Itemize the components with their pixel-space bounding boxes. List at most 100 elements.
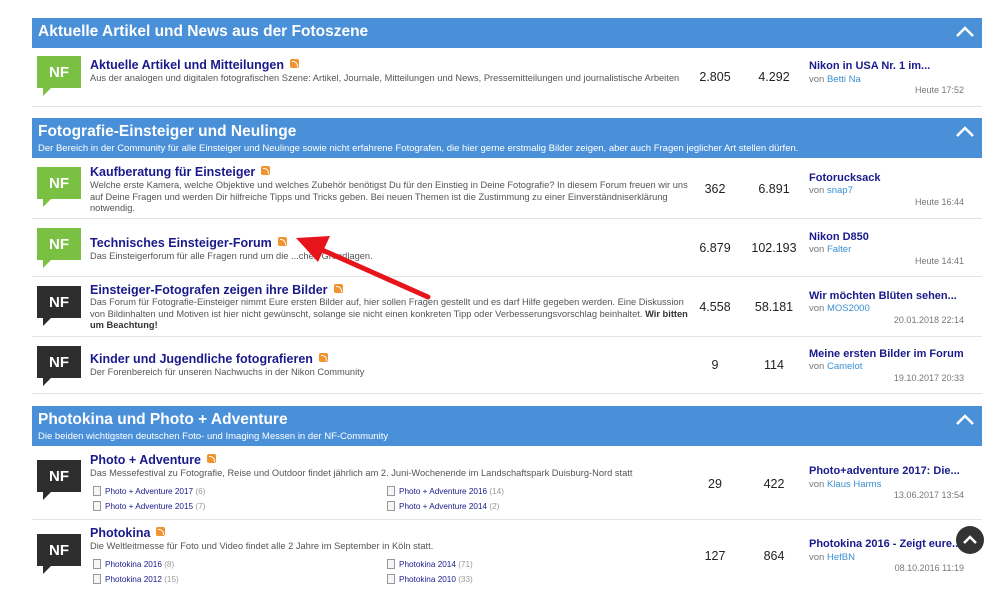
category-header-einsteiger: Fotografie-Einsteiger und Neulinge Der B… xyxy=(32,118,982,158)
last-post-time: 20.01.2018 22:14 xyxy=(893,315,964,325)
nf-forum-icon: NF xyxy=(37,286,81,326)
svg-text:NF: NF xyxy=(49,468,69,485)
forum-title[interactable]: Aktuelle Artikel und Mitteilungen xyxy=(90,58,299,72)
last-post-time: Heute 14:41 xyxy=(914,256,964,266)
user-link[interactable]: Betti Na xyxy=(827,74,861,85)
nf-forum-icon: NF xyxy=(37,346,81,386)
subforum-link[interactable]: Photo + Adventure 2015 (7) xyxy=(93,501,205,511)
thread-count: 29 xyxy=(708,477,722,491)
subforum-link[interactable]: Photo + Adventure 2014 (2) xyxy=(387,501,499,511)
category-title[interactable]: Fotografie-Einsteiger und Neulinge xyxy=(38,123,296,141)
rss-icon[interactable] xyxy=(156,527,166,536)
forum-row: NF Photokina Die Weltleitmesse für Foto … xyxy=(32,521,982,595)
forum-description: Der Forenbereich für unseren Nachwuchs i… xyxy=(90,367,365,377)
forum-row: NF Einsteiger-Fotografen zeigen ihre Bil… xyxy=(32,278,982,337)
svg-text:NF: NF xyxy=(49,236,69,253)
post-count: 102.193 xyxy=(751,241,797,255)
thread-count: 2.805 xyxy=(699,70,731,84)
rss-icon[interactable] xyxy=(277,237,287,246)
thread-count: 6.879 xyxy=(699,241,731,255)
category-header-photokina: Photokina und Photo + Adventure Die beid… xyxy=(32,406,982,446)
chevron-up-icon xyxy=(963,535,977,544)
chevron-up-icon[interactable] xyxy=(954,24,976,40)
nf-forum-icon: NF xyxy=(37,460,81,500)
forum-title[interactable]: Kinder und Jugendliche fotografieren xyxy=(90,352,328,366)
forum-title[interactable]: Einsteiger-Fotografen zeigen ihre Bilder xyxy=(90,283,343,297)
last-post-author: von Klaus Harms xyxy=(809,479,882,490)
svg-text:NF: NF xyxy=(49,354,69,371)
post-count: 4.292 xyxy=(758,70,790,84)
category-title[interactable]: Photokina und Photo + Adventure xyxy=(38,411,288,429)
last-post-author: von MOS2000 xyxy=(809,303,870,314)
document-icon xyxy=(93,574,101,584)
last-post-author: von snap7 xyxy=(809,185,853,196)
forum-row: NF Kinder und Jugendliche fotografieren … xyxy=(32,338,982,394)
user-link[interactable]: Camelot xyxy=(827,361,862,372)
document-icon xyxy=(93,486,101,496)
rss-icon[interactable] xyxy=(261,166,271,175)
post-count: 422 xyxy=(763,477,785,491)
document-icon xyxy=(387,501,395,511)
rss-icon[interactable] xyxy=(207,454,217,463)
last-post-author: von Camelot xyxy=(809,361,863,372)
svg-text:NF: NF xyxy=(49,64,69,81)
user-link[interactable]: snap7 xyxy=(827,185,853,196)
last-post-time: 13.06.2017 13:54 xyxy=(893,490,964,500)
svg-text:NF: NF xyxy=(49,542,69,559)
subforum-link[interactable]: Photo + Adventure 2017 (6) xyxy=(93,486,205,496)
last-post-title[interactable]: Nikon in USA Nr. 1 im... xyxy=(809,60,930,72)
category-header-news: Aktuelle Artikel und News aus der Fotosz… xyxy=(32,18,982,48)
last-post-author: von Falter xyxy=(809,244,852,255)
post-count: 114 xyxy=(764,358,784,372)
user-link[interactable]: MOS2000 xyxy=(827,303,870,314)
subforum-link[interactable]: Photokina 2016 (8) xyxy=(93,559,174,569)
forum-title[interactable]: Photo + Adventure xyxy=(90,453,217,467)
forum-row: NF Kaufberatung für Einsteiger Welche er… xyxy=(32,159,982,219)
rss-icon[interactable] xyxy=(290,59,299,68)
user-link[interactable]: Falter xyxy=(827,244,851,255)
user-link[interactable]: Klaus Harms xyxy=(827,479,881,490)
forum-description: Das Messefestival zu Fotografie, Reise u… xyxy=(90,468,633,478)
last-post-title[interactable]: Photo+adventure 2017: Die... xyxy=(809,465,960,477)
scroll-to-top-button[interactable] xyxy=(956,526,984,554)
rss-icon[interactable] xyxy=(333,284,343,293)
nf-forum-icon: NF xyxy=(37,167,81,207)
last-post-title[interactable]: Fotorucksack xyxy=(809,172,881,184)
forum-description: Das Einsteigerforum für alle Fragen rund… xyxy=(90,251,373,261)
svg-text:NF: NF xyxy=(49,175,69,192)
last-post-title[interactable]: Wir möchten Blüten sehen... xyxy=(809,290,957,302)
document-icon xyxy=(93,501,101,511)
post-count: 6.891 xyxy=(758,182,790,196)
forum-row: NF Technisches Einsteiger-Forum Das Eins… xyxy=(32,220,982,277)
forum-row: NF Aktuelle Artikel und Mitteilungen Aus… xyxy=(32,48,982,107)
last-post-time: 19.10.2017 20:33 xyxy=(893,373,964,383)
post-count: 58.181 xyxy=(754,300,794,314)
subforum-link[interactable]: Photokina 2010 (33) xyxy=(387,574,473,584)
chevron-up-icon[interactable] xyxy=(954,412,976,428)
last-post-time: Heute 17:52 xyxy=(914,85,964,95)
document-icon xyxy=(387,574,395,584)
category-title[interactable]: Aktuelle Artikel und News aus der Fotosz… xyxy=(38,23,368,41)
forum-description: Welche erste Kamera, welche Objektive un… xyxy=(90,180,688,214)
category-description: Die beiden wichtigsten deutschen Foto- u… xyxy=(38,431,389,442)
user-link[interactable]: HefBN xyxy=(827,552,855,563)
forum-title[interactable]: Photokina xyxy=(90,526,166,540)
forum-title[interactable]: Kaufberatung für Einsteiger xyxy=(90,165,271,179)
last-post-author: von HefBN xyxy=(809,552,855,563)
last-post-title[interactable]: Nikon D850 xyxy=(809,231,869,243)
last-post-title[interactable]: Photokina 2016 - Zeigt eure... xyxy=(809,538,961,550)
subforum-link[interactable]: Photokina 2012 (15) xyxy=(93,574,179,584)
chevron-up-icon[interactable] xyxy=(954,124,976,140)
subforum-link[interactable]: Photokina 2014 (71) xyxy=(387,559,473,569)
thread-count: 127 xyxy=(704,549,726,563)
forum-description: Aus der analogen und digitalen fotografi… xyxy=(90,73,680,83)
forum-row: NF Photo + Adventure Das Messefestival z… xyxy=(32,447,982,520)
forum-title[interactable]: Technisches Einsteiger-Forum xyxy=(90,236,287,250)
document-icon xyxy=(387,559,395,569)
forum-description: Die Weltleitmesse für Foto und Video fin… xyxy=(90,541,434,551)
thread-count: 4.558 xyxy=(699,300,731,314)
last-post-title[interactable]: Meine ersten Bilder im Forum xyxy=(809,348,964,360)
subforum-link[interactable]: Photo + Adventure 2016 (14) xyxy=(387,486,504,496)
rss-icon[interactable] xyxy=(318,353,328,362)
nf-forum-icon: NF xyxy=(37,228,81,268)
